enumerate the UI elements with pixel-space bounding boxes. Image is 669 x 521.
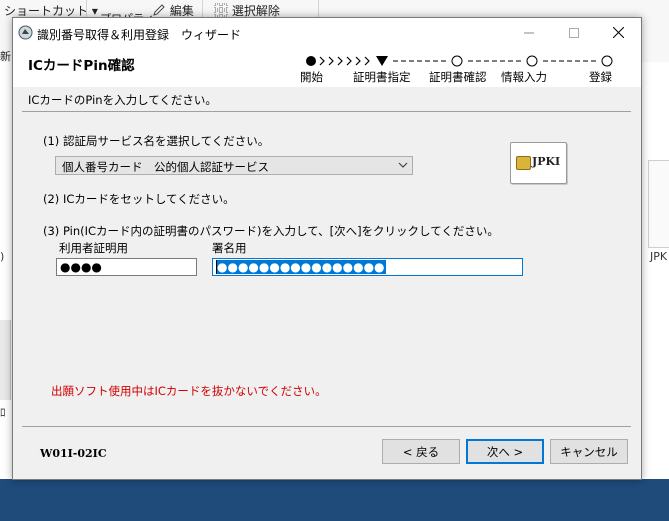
close-button[interactable] — [596, 18, 641, 47]
page-title: ICカードPin確認 — [28, 58, 135, 74]
service-select-value: 個人番号カード 公的個人認証サービス — [62, 160, 269, 174]
user-cert-pin-value: ●●●● — [60, 260, 102, 274]
ribbon-edit-label: 編集 — [169, 4, 194, 18]
cancel-button[interactable]: キャンセル — [550, 439, 628, 464]
footer-divider — [22, 426, 631, 427]
background-fragment: ﾛ — [0, 406, 6, 419]
background-file-thumb — [0, 320, 11, 400]
text-caret — [216, 260, 217, 274]
header-divider — [22, 111, 631, 112]
step-progress — [306, 55, 613, 67]
sign-pin-value: ●●●●●●●●●●●●●●●● — [216, 260, 386, 274]
minimize-icon — [523, 32, 534, 33]
edit-icon — [153, 4, 165, 16]
jpki-card-label: JPKI — [532, 155, 561, 168]
screen-id: W01I-02IC — [40, 447, 107, 460]
user-cert-pin-field[interactable]: ●●●● — [56, 258, 197, 276]
title-bar[interactable]: 識別番号取得＆利用登録 ウィザード — [13, 18, 641, 47]
ribbon-deselect-label: 選択解除 — [231, 4, 280, 18]
instruction-text: ICカードのPinを入力してください。 — [28, 93, 217, 107]
chevron-down-icon — [398, 162, 408, 168]
sign-label: 署名用 — [212, 241, 247, 255]
sign-pin-field[interactable]: ●●●●●●●●●●●●●●●● — [212, 258, 523, 276]
deselect-icon — [214, 3, 228, 17]
background-card — [648, 160, 669, 248]
jpki-card-image: JPKI — [510, 142, 567, 184]
taskbar — [0, 479, 669, 521]
background-jpki-label: JPK — [650, 250, 668, 263]
next-button[interactable]: 次へ > — [466, 439, 544, 464]
maximize-icon — [568, 27, 579, 38]
app-icon — [18, 25, 33, 40]
warning-text: 出願ソフト使用中はICカードを抜かないでください。 — [51, 384, 327, 398]
ic-chip-icon — [516, 156, 531, 170]
maximize-button[interactable] — [551, 18, 596, 47]
minimize-button[interactable] — [506, 18, 551, 47]
user-cert-label: 利用者証明用 — [59, 241, 128, 255]
service-select[interactable]: 個人番号カード 公的個人認証サービス — [55, 156, 413, 175]
step-label-register: 登録 — [589, 70, 612, 84]
window-title: 識別番号取得＆利用登録 ウィザード — [37, 28, 242, 42]
close-icon — [613, 27, 624, 38]
step-label-cert-confirm: 証明書確認 — [429, 70, 487, 84]
background-fragment: ) — [0, 250, 5, 263]
step-label-start: 開始 — [300, 70, 323, 84]
wizard-dialog: 識別番号取得＆利用登録 ウィザード ICカードPin確認 開始 証明書指定 証明… — [12, 17, 642, 480]
back-button[interactable]: < 戻る — [382, 439, 460, 464]
question-2: (2) ICカードをセットしてください。 — [43, 192, 235, 206]
step-label-info-input: 情報入力 — [501, 70, 547, 84]
step-label-cert-select: 証明書指定 — [353, 70, 411, 84]
question-1: (1) 認証局サービス名を選択してください。 — [43, 134, 270, 148]
question-3: (3) Pin(ICカード内の証明書のパスワード)を入力して、[次へ]をクリック… — [43, 224, 499, 238]
